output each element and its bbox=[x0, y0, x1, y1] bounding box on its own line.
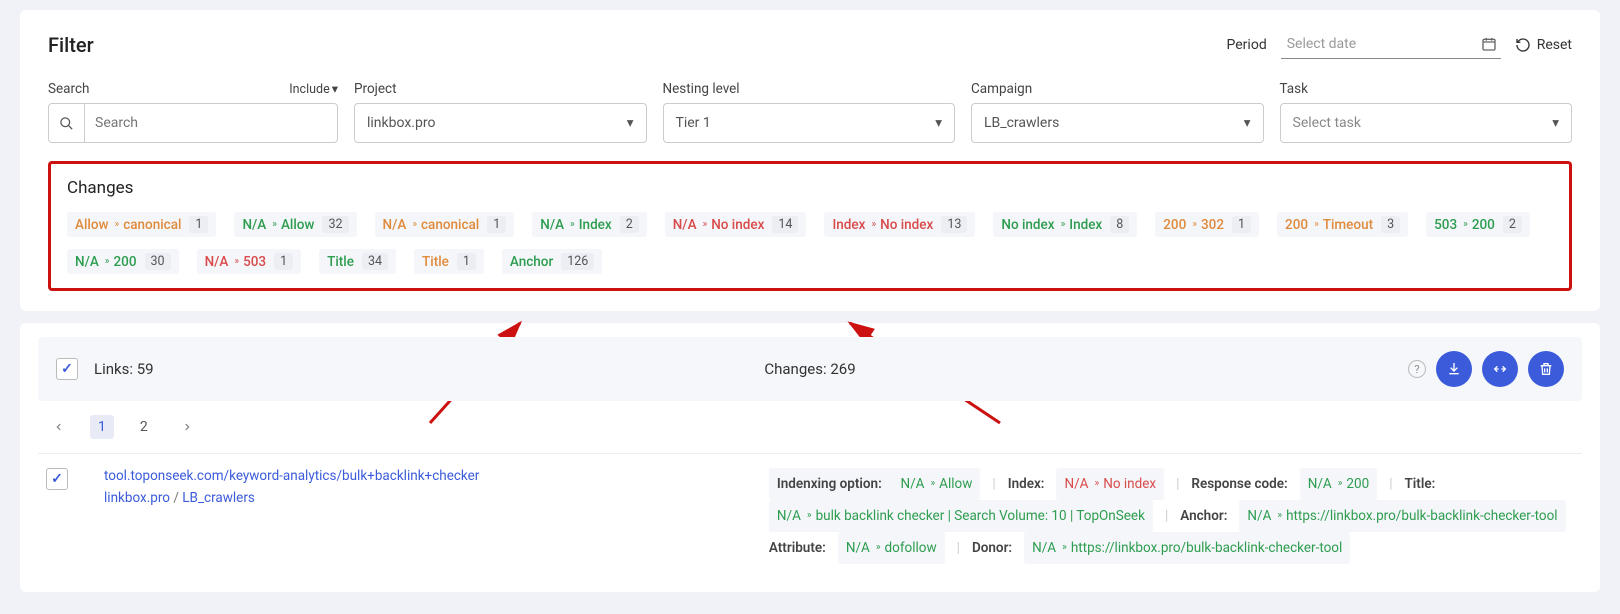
change-chip[interactable]: No index»Index8 bbox=[993, 212, 1137, 237]
pager: 1 2 bbox=[38, 401, 1582, 453]
result-row: tool.toponseek.com/keyword-analytics/bul… bbox=[38, 453, 1582, 578]
nesting-label: Nesting level bbox=[663, 81, 956, 97]
campaign-select[interactable]: LB_crawlers ▾ bbox=[971, 103, 1264, 143]
period-label: Period bbox=[1227, 37, 1267, 53]
row-checkbox[interactable] bbox=[46, 468, 68, 490]
change-chip[interactable]: Allow»canonical1 bbox=[67, 212, 216, 237]
index-label: Index: bbox=[1008, 471, 1045, 497]
reset-button[interactable]: Reset bbox=[1515, 37, 1572, 53]
calendar-icon bbox=[1481, 36, 1497, 52]
reset-label: Reset bbox=[1537, 37, 1572, 53]
project-value: linkbox.pro bbox=[355, 115, 615, 131]
change-chip[interactable]: N/A»20030 bbox=[67, 249, 179, 274]
trash-icon bbox=[1538, 361, 1554, 377]
results-card: Links: 59 Changes: 269 ? 1 2 bbox=[20, 323, 1600, 592]
pager-next[interactable] bbox=[174, 416, 200, 438]
result-breadcrumb: linkbox.pro / LB_crawlers bbox=[104, 490, 479, 506]
caret-down-icon: ▾ bbox=[615, 115, 646, 131]
change-chip[interactable]: 503»2002 bbox=[1426, 212, 1530, 237]
download-icon bbox=[1446, 361, 1462, 377]
help-icon[interactable]: ? bbox=[1408, 360, 1426, 378]
reset-icon bbox=[1515, 37, 1531, 53]
change-chip[interactable]: N/A»No index14 bbox=[665, 212, 807, 237]
changes-box: Changes Allow»canonical1 N/A»Allow32 N/A»c… bbox=[48, 161, 1572, 291]
change-chip[interactable]: N/A»5031 bbox=[197, 249, 302, 274]
filter-group-task: Task Select task ▾ bbox=[1280, 81, 1573, 143]
result-url[interactable]: tool.toponseek.com/keyword-analytics/bul… bbox=[104, 468, 479, 484]
task-label: Task bbox=[1280, 81, 1573, 97]
filter-title: Filter bbox=[48, 33, 94, 57]
filter-header: Filter Period Select date Reset bbox=[48, 30, 1572, 59]
caret-down-icon: ▾ bbox=[1540, 115, 1571, 131]
result-right: Indenxing option: N/A » Allow | Index: N… bbox=[769, 468, 1574, 564]
filter-group-project: Project linkbox.pro ▾ bbox=[354, 81, 647, 143]
caret-down-icon: ▾ bbox=[1232, 115, 1263, 131]
select-all-checkbox[interactable] bbox=[56, 358, 78, 380]
search-input[interactable] bbox=[85, 115, 337, 131]
period-group: Period Select date Reset bbox=[1227, 30, 1572, 59]
change-chip[interactable]: Title1 bbox=[414, 249, 484, 274]
campaign-value: LB_crawlers bbox=[972, 115, 1232, 131]
task-select[interactable]: Select task ▾ bbox=[1280, 103, 1573, 143]
changes-title: Changes bbox=[67, 178, 1553, 198]
response-label: Response code: bbox=[1191, 471, 1287, 497]
search-label: Search bbox=[48, 81, 89, 97]
change-chip[interactable]: N/A»Allow32 bbox=[234, 212, 356, 237]
change-chip[interactable]: N/A»canonical1 bbox=[375, 212, 515, 237]
title-label: Title: bbox=[1404, 471, 1435, 497]
move-button[interactable] bbox=[1482, 351, 1518, 387]
change-chip[interactable]: 200»Timeout3 bbox=[1277, 212, 1408, 237]
chips-container: Allow»canonical1 N/A»Allow32 N/A»canonical… bbox=[67, 212, 1553, 274]
attribute-label: Attribute: bbox=[769, 535, 826, 561]
pager-page-2[interactable]: 2 bbox=[132, 415, 156, 439]
delete-button[interactable] bbox=[1528, 351, 1564, 387]
links-count: Links: 59 bbox=[94, 360, 154, 378]
crumb-campaign[interactable]: LB_crawlers bbox=[182, 490, 255, 506]
change-chip[interactable]: Title34 bbox=[319, 249, 396, 274]
crumb-project[interactable]: linkbox.pro bbox=[104, 490, 170, 506]
change-chip[interactable]: 200»3021 bbox=[1155, 212, 1259, 237]
filter-row: Search Include ▾ Project linkbox.pro ▾ bbox=[48, 81, 1572, 143]
filter-group-campaign: Campaign LB_crawlers ▾ bbox=[971, 81, 1264, 143]
date-input[interactable]: Select date bbox=[1281, 30, 1501, 59]
move-icon bbox=[1492, 361, 1508, 377]
include-dropdown[interactable]: Include ▾ bbox=[289, 81, 338, 97]
search-icon bbox=[59, 116, 74, 131]
project-select[interactable]: linkbox.pro ▾ bbox=[354, 103, 647, 143]
links-bar-actions: ? bbox=[1408, 351, 1564, 387]
download-button[interactable] bbox=[1436, 351, 1472, 387]
caret-down-icon: ▾ bbox=[332, 81, 338, 97]
anchor-label: Anchor: bbox=[1180, 503, 1227, 529]
change-chip[interactable]: Index»No index13 bbox=[824, 212, 975, 237]
result-left: tool.toponseek.com/keyword-analytics/bul… bbox=[46, 468, 749, 564]
date-placeholder: Select date bbox=[1287, 36, 1356, 52]
changes-count: Changes: 269 bbox=[764, 360, 855, 378]
pager-prev[interactable] bbox=[46, 416, 72, 438]
filter-group-nesting: Nesting level Tier 1 ▾ bbox=[663, 81, 956, 143]
campaign-label: Campaign bbox=[971, 81, 1264, 97]
filter-card: Filter Period Select date Reset Search I… bbox=[20, 10, 1600, 311]
task-placeholder: Select task bbox=[1281, 115, 1541, 131]
project-label: Project bbox=[354, 81, 647, 97]
search-button[interactable] bbox=[49, 104, 85, 142]
pager-page-1[interactable]: 1 bbox=[90, 415, 114, 439]
change-chip[interactable]: N/A»Index2 bbox=[532, 212, 646, 237]
caret-down-icon: ▾ bbox=[923, 115, 954, 131]
links-bar: Links: 59 Changes: 269 ? bbox=[38, 337, 1582, 401]
indexing-label: Indenxing option: bbox=[777, 471, 882, 497]
nesting-value: Tier 1 bbox=[664, 115, 924, 131]
change-chip[interactable]: Anchor126 bbox=[502, 249, 602, 274]
nesting-select[interactable]: Tier 1 ▾ bbox=[663, 103, 956, 143]
donor-label: Donor: bbox=[972, 535, 1012, 561]
filter-group-search: Search Include ▾ bbox=[48, 81, 338, 143]
search-input-shell bbox=[48, 103, 338, 143]
